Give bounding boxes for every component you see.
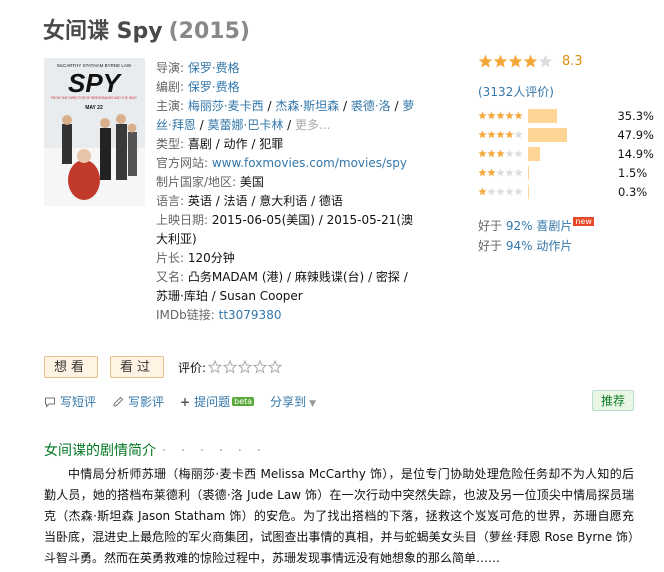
pencil-icon <box>113 396 124 407</box>
rating-score: 8.3 <box>562 54 583 69</box>
aka-row: 又名: 凸务MADAM (港) / 麻辣贱谍(台) / 密探 / 苏珊·库珀 /… <box>156 270 408 303</box>
rating-bar-track <box>528 165 616 180</box>
rating-bar-row: 14.9% <box>478 144 654 163</box>
new-badge: new <box>573 217 594 226</box>
poster-date: MAY 22 <box>85 105 103 111</box>
action-bar: 想看 看过 评价: <box>44 356 284 378</box>
cast-row: 主演: 梅丽莎·麦卡西 / 杰森·斯坦森 / 裘德·洛 / 萝丝·拜恩 / 莫蕾… <box>156 99 415 132</box>
write-short-review-link[interactable]: 写短评 <box>44 393 96 410</box>
rating-bar-percent: 1.5% <box>618 165 648 180</box>
watched-button[interactable]: 看过 <box>110 356 165 378</box>
rate-label: 评价: <box>178 360 207 375</box>
recommend-button[interactable]: 推荐 <box>592 390 635 411</box>
want-to-watch-button[interactable]: 想看 <box>44 356 99 378</box>
synopsis-text: 中情局分析师苏珊（梅丽莎·麦卡西 Melissa McCarthy 饰），是位专… <box>44 467 634 565</box>
mini-star-icons <box>478 110 528 121</box>
cast-link-law[interactable]: 裘德·洛 <box>351 99 391 113</box>
imdb-row: IMDb链接: tt3079380 <box>156 308 282 322</box>
mini-star-icons <box>478 129 528 140</box>
director-row: 导演: 保罗·费格 <box>156 61 240 75</box>
rating-bar-fill <box>528 165 529 180</box>
empty-star-icons[interactable] <box>208 360 284 374</box>
poster-image[interactable]: McCARTHY STATHAM BYRNE LAW SPY FROM THE … <box>44 58 145 206</box>
comparison-action: 好于 94% 动作片 <box>478 239 573 253</box>
mini-star-icons <box>478 148 528 159</box>
poster-tagline: FROM THE DIRECTOR OF BRIDESMAIDS AND THE… <box>51 96 137 100</box>
action-rank-link[interactable]: 94% 动作片 <box>506 239 573 253</box>
rating-bar-percent: 47.9% <box>617 127 654 142</box>
rating-bar-fill <box>528 146 540 161</box>
share-dropdown[interactable]: 分享到 ▼ <box>270 393 316 410</box>
rating-bar-row: 1.5% <box>478 163 654 182</box>
genre-0: 喜剧 <box>187 137 212 151</box>
comparison: 好于 92% 喜剧片 new 好于 94% 动作片 <box>478 217 654 256</box>
cast-link-baccarin[interactable]: 莫蕾娜·巴卡林 <box>208 118 284 132</box>
rating-panel: 8.3 (3132人评价) 35.3% 47.9% 14.9% 1.5% 0.3% 好于… <box>478 54 654 256</box>
genre-row: 类型: 喜剧 / 动作 / 犯罪 <box>156 137 284 151</box>
genre-1: 动作 <box>223 137 248 151</box>
rating-bar-percent: 14.9% <box>617 146 654 161</box>
page-title: 女间谍 Spy (2015) <box>43 13 250 45</box>
beta-badge: beta <box>232 397 255 406</box>
release-row: 上映日期: 2015-06-05(美国) / 2015-05-21(澳大利亚) <box>156 213 414 246</box>
director-link[interactable]: 保罗·费格 <box>188 61 240 75</box>
tool-links: 写短评 写影评 + 提问题 beta 分享到 ▼ <box>44 393 316 410</box>
poster-logo: SPY <box>68 68 123 98</box>
country-row: 制片国家/地区: 美国 <box>156 175 264 189</box>
comparison-comedy: 好于 92% 喜剧片 new <box>478 217 594 233</box>
rating-bar-track <box>528 108 615 123</box>
genre-2: 犯罪 <box>259 137 284 151</box>
movie-info: 导演: 保罗·费格 编剧: 保罗·费格 主演: 梅丽莎·麦卡西 / 杰森·斯坦森… <box>156 59 418 325</box>
rating-bar-row: 35.3% <box>478 106 654 125</box>
runtime-row: 片长: 120分钟 <box>156 251 235 265</box>
writer-link[interactable]: 保罗·费格 <box>188 80 240 94</box>
writer-row: 编剧: 保罗·费格 <box>156 80 240 94</box>
cast-link-mccarthy[interactable]: 梅丽莎·麦卡西 <box>188 99 264 113</box>
cast-link-statham[interactable]: 杰森·斯坦森 <box>275 99 339 113</box>
mini-star-icons <box>478 167 528 178</box>
rating-bar-fill <box>528 108 557 123</box>
rating-bar-percent: 35.3% <box>617 108 654 123</box>
write-review-link[interactable]: 写影评 <box>112 393 164 410</box>
rating-bar-fill <box>528 127 567 142</box>
movie-title: 女间谍 Spy <box>43 19 163 44</box>
synopsis-heading: 女间谍的剧情简介 · · · · · · <box>44 443 266 459</box>
movie-poster[interactable]: McCARTHY STATHAM BYRNE LAW SPY FROM THE … <box>44 58 145 206</box>
cast-more-link[interactable]: 更多... <box>295 118 330 132</box>
big-star-icons <box>478 54 553 68</box>
rating-count-link[interactable]: (3132人评价) <box>478 85 554 99</box>
plus-icon: + <box>180 394 191 409</box>
rating-bar-percent: 0.3% <box>618 184 648 199</box>
site-row: 官方网站: www.foxmovies.com/movies/spy <box>156 156 408 170</box>
rating-count[interactable]: (3132人评价) <box>478 83 654 100</box>
rating-bar-track <box>528 127 615 142</box>
heading-dots: · · · · · · <box>162 443 266 459</box>
speech-bubble-icon <box>45 397 55 408</box>
rating-bar-track <box>528 146 615 161</box>
rating-bar-row: 0.3% <box>478 182 654 201</box>
language-row: 语言: 英语 / 法语 / 意大利语 / 德语 <box>156 194 343 208</box>
rating-bar-row: 47.9% <box>478 125 654 144</box>
rate-stars[interactable] <box>208 360 284 374</box>
ask-question-link[interactable]: + 提问题 beta <box>180 393 255 410</box>
caret-down-icon: ▼ <box>309 399 317 409</box>
rating-stars: 8.3 <box>478 54 654 69</box>
imdb-link[interactable]: tt3079380 <box>219 308 282 322</box>
official-site-link[interactable]: www.foxmovies.com/movies/spy <box>212 156 407 170</box>
rating-breakdown: 35.3% 47.9% 14.9% 1.5% 0.3% <box>478 106 654 201</box>
mini-star-icons <box>478 186 528 197</box>
rating-bar-track <box>528 184 616 199</box>
comedy-rank-link[interactable]: 92% 喜剧片 <box>506 219 573 233</box>
rating-bar-fill <box>528 184 529 199</box>
movie-year: (2015) <box>168 19 250 44</box>
